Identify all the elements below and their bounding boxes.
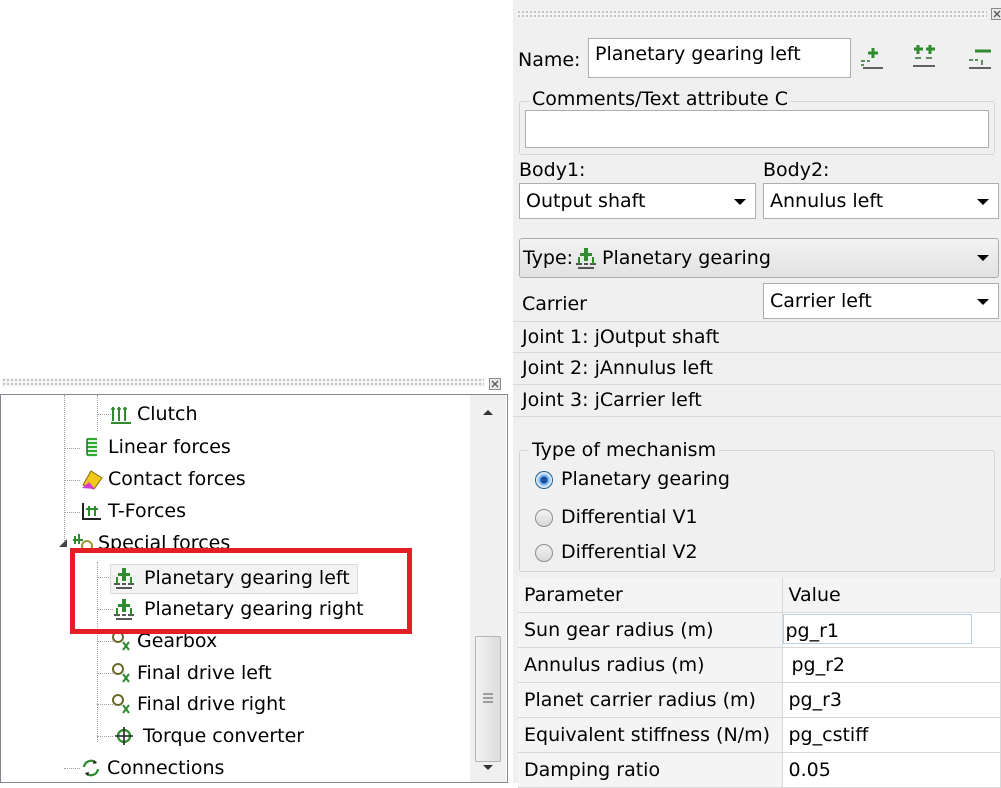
chevron-down-icon[interactable]	[968, 184, 998, 218]
final-drive-icon	[110, 662, 132, 684]
chevron-down-icon[interactable]	[968, 284, 998, 318]
carrier-select[interactable]: Carrier left	[763, 283, 999, 319]
planetary-gear-icon	[575, 247, 597, 269]
parameter-table: Parameter Value Sun gear radius (m) pg_r…	[518, 578, 1001, 788]
remove-element-icon[interactable]	[967, 44, 993, 70]
name-label: Name:	[518, 48, 580, 72]
tree-scrollbar[interactable]	[470, 395, 506, 782]
radio-selected-icon[interactable]	[535, 471, 553, 489]
table-row[interactable]: Annulus radius (m) pg_r2	[518, 648, 1000, 683]
param-value[interactable]: pg_cstiff	[782, 718, 1000, 753]
type-select[interactable]: Type: Planetary gearing	[519, 238, 999, 278]
body2-label: Body2:	[763, 158, 829, 182]
properties-panel: Name: Planetary gearing left Comments/Te…	[513, 0, 1001, 783]
param-name: Annulus radius (m)	[518, 648, 782, 683]
tree-item-label: Torque converter	[143, 723, 304, 749]
joint-2-row[interactable]: Joint 2: jAnnulus left	[513, 353, 1001, 385]
radio-label: Differential V2	[561, 541, 698, 563]
joint-2-label: Joint 2: jAnnulus left	[522, 357, 713, 379]
table-row[interactable]: Planet carrier radius (m) pg_r3	[518, 683, 1000, 718]
final-drive-icon	[110, 693, 132, 715]
tree-item-label: Final drive left	[137, 660, 272, 686]
scrollbar-thumb[interactable]	[475, 636, 501, 762]
scroll-up-icon[interactable]	[481, 407, 495, 417]
tree-guide	[97, 736, 113, 737]
joint-3-label: Joint 3: jCarrier left	[522, 389, 702, 411]
tree-guide	[64, 512, 80, 513]
add-multiple-icon[interactable]	[911, 42, 937, 68]
mechanism-title: Type of mechanism	[529, 439, 719, 461]
joint-3-row[interactable]: Joint 3: jCarrier left	[513, 385, 1001, 417]
joint-1-row[interactable]: Joint 1: jOutput shaft	[513, 321, 1001, 353]
body2-select[interactable]: Annulus left	[763, 183, 999, 219]
table-row[interactable]: Sun gear radius (m) pg_r1	[518, 613, 1000, 648]
column-header-parameter[interactable]: Parameter	[518, 578, 782, 613]
tree-item-label: Connections	[107, 755, 224, 781]
tree-guide	[64, 480, 80, 481]
tree-item-label: Final drive right	[137, 691, 286, 717]
tree-guide	[64, 448, 80, 449]
type-label: Type:	[523, 246, 573, 270]
panel-grip[interactable]	[2, 378, 484, 387]
comments-input[interactable]	[525, 110, 989, 148]
tree-item-label: T-Forces	[108, 498, 186, 524]
type-value: Planetary gearing	[602, 246, 771, 270]
carrier-label: Carrier	[522, 292, 587, 316]
tree-guide	[97, 395, 98, 431]
param-value[interactable]: pg_r2	[782, 648, 1000, 683]
param-value[interactable]: 0.05	[782, 753, 1000, 788]
table-row[interactable]: Damping ratio 0.05	[518, 753, 1000, 788]
torque-converter-icon	[113, 725, 135, 747]
tree-item-label: Linear forces	[108, 434, 231, 460]
panel-grip[interactable]	[517, 10, 987, 19]
tree-item-label: Contact forces	[108, 466, 246, 492]
add-element-icon[interactable]	[859, 44, 885, 70]
radio-label: Planetary gearing	[561, 468, 730, 490]
chevron-down-icon[interactable]	[725, 184, 755, 218]
param-name: Sun gear radius (m)	[518, 613, 782, 648]
column-header-value[interactable]: Value	[782, 578, 1000, 613]
radio-label: Differential V1	[561, 506, 698, 528]
joint-1-label: Joint 1: jOutput shaft	[522, 326, 719, 348]
carrier-value: Carrier left	[770, 290, 872, 312]
radio-icon[interactable]	[535, 509, 553, 527]
t-force-icon	[81, 500, 103, 522]
body1-value: Output shaft	[526, 190, 645, 212]
close-icon[interactable]	[991, 8, 1001, 20]
param-name: Damping ratio	[518, 753, 782, 788]
grip-icon	[482, 691, 494, 705]
param-value[interactable]: pg_r1	[782, 613, 1000, 648]
annotation-highlight-box	[70, 548, 412, 634]
collapse-arrow-icon[interactable]	[58, 538, 68, 548]
param-value[interactable]: pg_r3	[782, 683, 1000, 718]
body1-label: Body1:	[519, 158, 585, 182]
tree-guide	[64, 395, 65, 545]
scroll-down-icon[interactable]	[481, 763, 495, 773]
param-name: Equivalent stiffness (N/m)	[518, 718, 782, 753]
clutch-icon	[110, 403, 132, 425]
radio-icon[interactable]	[535, 544, 553, 562]
param-name: Planet carrier radius (m)	[518, 683, 782, 718]
close-icon[interactable]	[489, 378, 501, 390]
table-row[interactable]: Equivalent stiffness (N/m) pg_cstiff	[518, 718, 1000, 753]
comments-label: Comments/Text attribute C	[529, 88, 791, 110]
spring-icon	[81, 436, 103, 458]
body1-select[interactable]: Output shaft	[519, 183, 756, 219]
contact-icon	[81, 468, 103, 490]
tree-item-label: Clutch	[137, 401, 198, 427]
chevron-down-icon[interactable]	[974, 249, 992, 267]
tree-guide	[64, 768, 80, 769]
param-value-editor[interactable]	[783, 614, 972, 644]
connections-icon	[80, 757, 102, 779]
body2-value: Annulus left	[770, 190, 883, 212]
table-header-row: Parameter Value	[518, 578, 1000, 613]
name-input[interactable]: Planetary gearing left	[588, 38, 851, 78]
